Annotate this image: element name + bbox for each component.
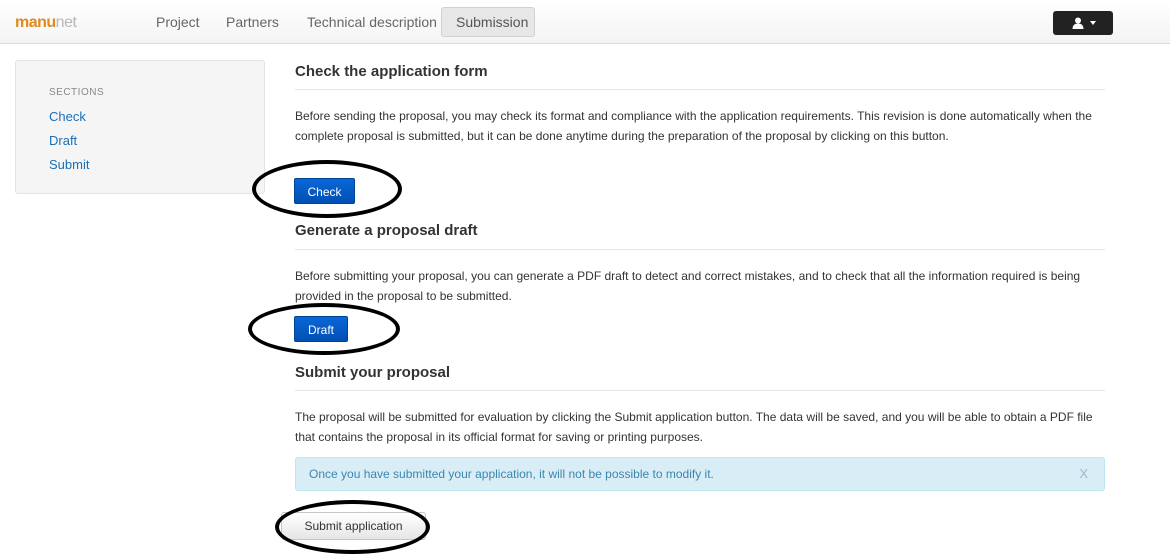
caret-down-icon xyxy=(1090,21,1096,25)
sidebar-link-submit[interactable]: Submit xyxy=(49,157,89,172)
top-navbar: manunet Project Partners Technical descr… xyxy=(0,0,1170,44)
nav-partners[interactable]: Partners xyxy=(212,7,293,37)
draft-description: Before submitting your proposal, you can… xyxy=(295,269,1081,303)
check-section-title: Check the application form xyxy=(295,63,488,80)
sections-sidebar: SECTIONS Check Draft Submit xyxy=(15,60,265,194)
alert-close-button[interactable]: X xyxy=(1079,466,1088,481)
check-button[interactable]: Check xyxy=(294,178,355,204)
alert-message: Once you have submitted your application… xyxy=(309,467,714,481)
sidebar-link-check[interactable]: Check xyxy=(49,109,86,124)
user-icon xyxy=(1072,17,1084,29)
brand-logo-part2: net xyxy=(55,14,77,31)
check-description: Before sending the proposal, you may che… xyxy=(295,109,1092,143)
nav-project[interactable]: Project xyxy=(142,7,214,37)
brand-logo[interactable]: manunet xyxy=(15,14,77,32)
submit-section-title: Submit your proposal xyxy=(295,364,451,381)
sidebar-heading: SECTIONS xyxy=(49,87,105,98)
draft-divider xyxy=(295,249,1105,250)
user-menu-button[interactable] xyxy=(1053,11,1113,35)
check-divider xyxy=(295,89,1105,90)
submit-description: The proposal will be submitted for evalu… xyxy=(295,410,1093,444)
submit-divider xyxy=(295,390,1105,391)
submit-application-button[interactable]: Submit application xyxy=(281,512,426,540)
nav-technical-description[interactable]: Technical description xyxy=(293,7,451,37)
brand-logo-part1: manu xyxy=(15,14,56,31)
nav-submission[interactable]: Submission xyxy=(441,7,535,37)
draft-section-title: Generate a proposal draft xyxy=(295,222,478,239)
warning-alert: Once you have submitted your application… xyxy=(295,457,1105,491)
sidebar-link-draft[interactable]: Draft xyxy=(49,133,77,148)
draft-button[interactable]: Draft xyxy=(294,316,348,342)
